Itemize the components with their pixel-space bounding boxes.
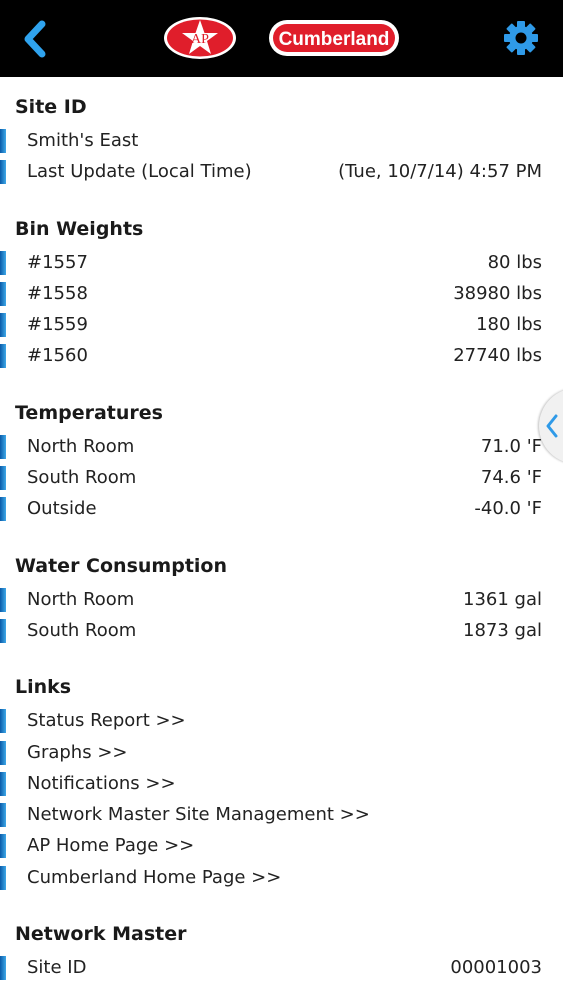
link-status-report[interactable]: Status Report >>: [0, 705, 563, 736]
main-content: Site ID Smith's East Last Update (Local …: [0, 77, 563, 983]
link-label: Cumberland Home Page >>: [27, 866, 282, 888]
bin-weights-section: Bin Weights #1557 80 lbs #1558 38980 lbs…: [0, 188, 563, 372]
list-item: North Room 1361 gal: [0, 584, 563, 615]
back-chevron-icon: [24, 20, 46, 58]
row-label: Smith's East: [27, 130, 139, 151]
settings-button[interactable]: [502, 19, 540, 57]
row-accent-bar: [0, 709, 6, 734]
list-item: #1558 38980 lbs: [0, 278, 563, 309]
row-value: 38980 lbs: [453, 282, 542, 304]
row-accent-bar: [0, 865, 6, 890]
section-title-water-consumption: Water Consumption: [15, 554, 227, 577]
row-label: #1560: [27, 345, 88, 367]
water-consumption-section: Water Consumption North Room 1361 gal So…: [0, 525, 563, 647]
row-value: 00001003: [450, 957, 542, 979]
row-value: 74.6 'F: [480, 467, 542, 489]
link-cumberland-home-page[interactable]: Cumberland Home Page >>: [0, 862, 563, 893]
section-title-site-id: Site ID: [15, 96, 87, 118]
list-item: Smith's East: [0, 125, 563, 156]
row-accent-bar: [0, 344, 6, 369]
link-ap-home-page[interactable]: AP Home Page >>: [0, 830, 563, 861]
row-value: -40.0 'F: [474, 498, 542, 520]
list-item: #1560 27740 lbs: [0, 340, 563, 371]
section-title-temperatures: Temperatures: [15, 401, 163, 424]
chevron-left-icon: [546, 414, 558, 438]
row-label: #1559: [27, 314, 88, 336]
row-label: North Room: [27, 435, 135, 457]
row-accent-bar: [0, 466, 6, 491]
row-label: #1557: [27, 251, 88, 273]
row-accent-bar: [0, 803, 6, 828]
row-label: South Room: [27, 619, 137, 641]
row-label: North Room: [27, 588, 135, 610]
link-notifications[interactable]: Notifications >>: [0, 768, 563, 799]
row-accent-bar: [0, 313, 6, 338]
svg-text:Cumberland: Cumberland: [279, 29, 390, 50]
row-accent-bar: [0, 771, 6, 796]
back-button[interactable]: [20, 20, 52, 58]
row-label: Outside: [27, 498, 97, 520]
gear-icon: [504, 21, 538, 55]
row-value: 71.0 'F: [480, 435, 542, 457]
link-graphs[interactable]: Graphs >>: [0, 737, 563, 768]
svg-text:AP: AP: [191, 32, 209, 47]
list-item: Outside -40.0 'F: [0, 493, 563, 524]
temperatures-section: Temperatures North Room 71.0 'F South Ro…: [0, 372, 563, 525]
row-value: 1873 gal: [463, 619, 542, 641]
section-title-network-master: Network Master: [15, 923, 187, 946]
list-item: Site ID 00001003: [0, 952, 563, 983]
row-label: #1558: [27, 282, 88, 304]
section-title-links: Links: [15, 676, 72, 699]
row-value: 80 lbs: [487, 251, 542, 273]
row-accent-bar: [0, 587, 6, 612]
links-section: Links Status Report >> Graphs >> Notific…: [0, 646, 563, 893]
site-id-section: Site ID Smith's East Last Update (Local …: [0, 77, 563, 188]
row-accent-bar: [0, 129, 6, 153]
ap-logo: AP: [163, 15, 237, 65]
row-value: (Tue, 10/7/14) 4:57 PM: [338, 161, 542, 183]
list-item: #1559 180 lbs: [0, 309, 563, 340]
list-item: South Room 1873 gal: [0, 615, 563, 646]
link-label: Notifications >>: [27, 772, 176, 794]
link-label: AP Home Page >>: [27, 835, 195, 857]
network-master-section: Network Master Site ID 00001003: [0, 893, 563, 983]
row-accent-bar: [0, 250, 6, 275]
link-label: Status Report >>: [27, 710, 186, 732]
row-accent-bar: [0, 160, 6, 185]
cumberland-logo: Cumberland: [268, 17, 400, 63]
row-accent-bar: [0, 281, 6, 306]
row-value: 27740 lbs: [453, 345, 542, 367]
list-item: #1557 80 lbs: [0, 247, 563, 278]
list-item: South Room 74.6 'F: [0, 462, 563, 493]
list-item: North Room 71.0 'F: [0, 431, 563, 462]
list-item: Last Update (Local Time) (Tue, 10/7/14) …: [0, 156, 563, 187]
top-header-bar: AP Cumberland: [0, 0, 563, 77]
link-label: Graphs >>: [27, 741, 128, 763]
row-value: 1361 gal: [463, 588, 542, 610]
row-accent-bar: [0, 956, 6, 981]
row-accent-bar: [0, 618, 6, 643]
row-label: Site ID: [27, 957, 87, 979]
row-label: South Room: [27, 467, 137, 489]
row-accent-bar: [0, 834, 6, 859]
link-label: Network Master Site Management >>: [27, 804, 370, 826]
row-accent-bar: [0, 497, 6, 522]
row-accent-bar: [0, 434, 6, 459]
link-network-master-site-management[interactable]: Network Master Site Management >>: [0, 799, 563, 830]
row-value: 180 lbs: [476, 314, 542, 336]
row-accent-bar: [0, 740, 6, 765]
section-title-bin-weights: Bin Weights: [15, 217, 144, 240]
row-label: Last Update (Local Time): [27, 161, 252, 183]
